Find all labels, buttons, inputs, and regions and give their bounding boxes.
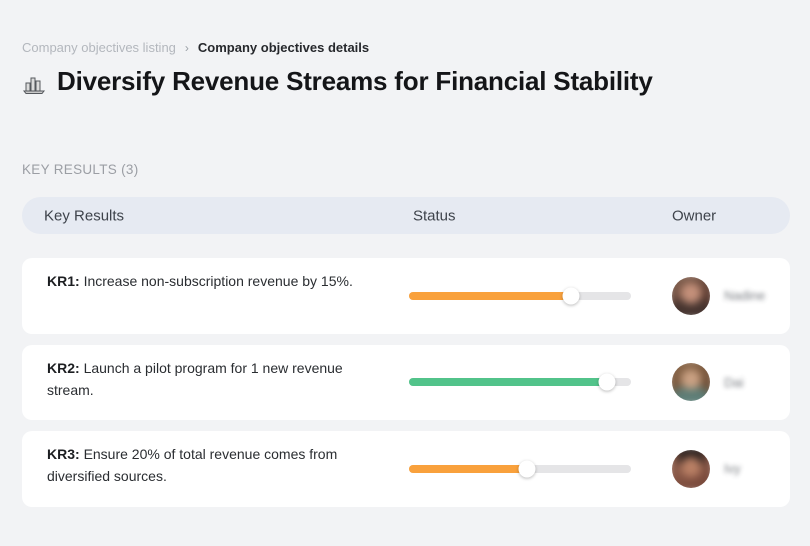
breadcrumb-item-listing[interactable]: Company objectives listing (22, 40, 176, 55)
key-results-list: KR1: Increase non-subscription revenue b… (22, 258, 790, 507)
progress-fill (409, 465, 527, 473)
kr-text: Ensure 20% of total revenue comes from d… (47, 446, 337, 484)
kr-label: KR2: (47, 360, 80, 376)
bar-chart-building-icon (22, 72, 46, 96)
breadcrumb-item-details: Company objectives details (198, 40, 369, 55)
owner-cell: Dai (672, 363, 744, 401)
progress-fill (409, 378, 607, 386)
owner-cell: Ivy (672, 450, 741, 488)
owner-cell: Nadine (672, 277, 765, 315)
kr-label: KR3: (47, 446, 80, 462)
breadcrumb: Company objectives listing › Company obj… (22, 40, 369, 55)
table-row-kr2[interactable]: KR2: Launch a pilot program for 1 new re… (22, 345, 790, 421)
kr-description: KR2: Launch a pilot program for 1 new re… (47, 357, 369, 402)
table-row-kr1[interactable]: KR1: Increase non-subscription revenue b… (22, 258, 790, 334)
kr-text: Increase non-subscription revenue by 15%… (84, 273, 353, 289)
owner-name: Ivy (724, 461, 741, 476)
progress-slider[interactable] (409, 460, 631, 478)
progress-slider[interactable] (409, 373, 631, 391)
chevron-right-icon: › (185, 41, 189, 55)
progress-fill (409, 292, 571, 300)
kr-label: KR1: (47, 273, 80, 289)
page-title: Diversify Revenue Streams for Financial … (57, 66, 653, 97)
slider-thumb[interactable] (598, 374, 615, 391)
avatar (672, 450, 710, 488)
page-title-row: Diversify Revenue Streams for Financial … (22, 66, 653, 97)
progress-slider[interactable] (409, 287, 631, 305)
kr-description: KR1: Increase non-subscription revenue b… (47, 270, 369, 292)
avatar (672, 277, 710, 315)
key-results-count-label: KEY RESULTS (3) (22, 162, 139, 177)
kr-description: KR3: Ensure 20% of total revenue comes f… (47, 443, 369, 488)
slider-thumb[interactable] (563, 287, 580, 304)
table-row-kr3[interactable]: KR3: Ensure 20% of total revenue comes f… (22, 431, 790, 507)
column-header-status: Status (413, 207, 456, 224)
slider-thumb[interactable] (518, 460, 535, 477)
progress-track[interactable] (409, 292, 631, 300)
avatar (672, 363, 710, 401)
kr-text: Launch a pilot program for 1 new revenue… (47, 360, 343, 398)
owner-name: Nadine (724, 288, 765, 303)
column-header-owner: Owner (672, 207, 716, 224)
column-header-key-results: Key Results (44, 207, 124, 224)
table-header: Key Results Status Owner (22, 197, 790, 234)
owner-name: Dai (724, 375, 744, 390)
